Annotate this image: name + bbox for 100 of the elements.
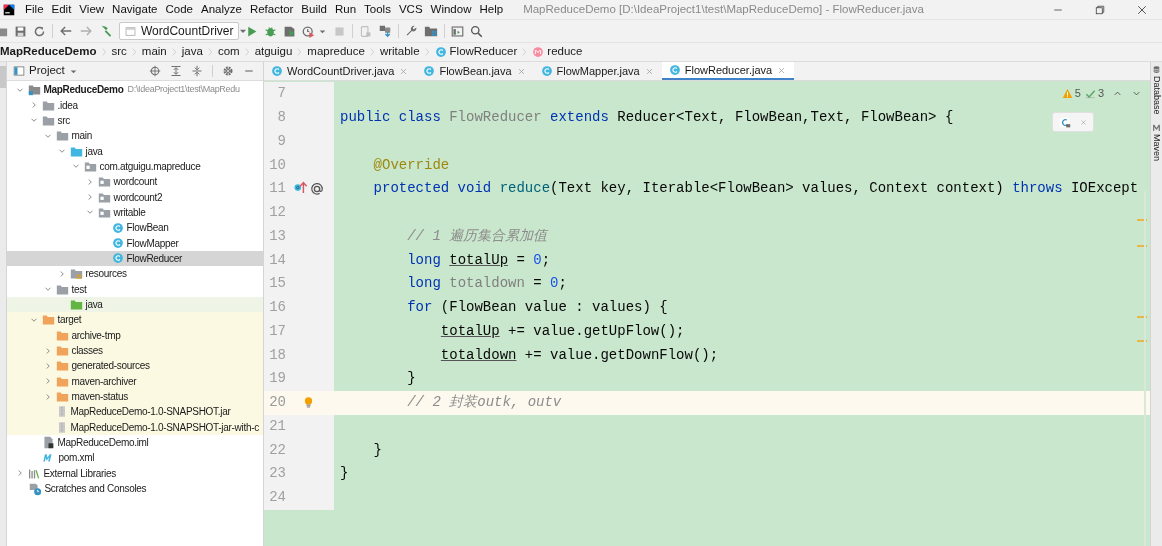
- terminal-icon[interactable]: [451, 24, 464, 38]
- warnings-counter[interactable]: 5: [1061, 85, 1081, 102]
- breadcrumb-item[interactable]: mapreduce: [305, 43, 367, 61]
- tree-item[interactable]: wordcount2: [7, 189, 263, 205]
- weak-warnings-counter[interactable]: 3: [1084, 85, 1104, 102]
- tree-item[interactable]: FlowBean: [7, 220, 263, 236]
- tree-item[interactable]: FlowReducer: [7, 250, 263, 267]
- expand-all-icon[interactable]: [170, 65, 182, 77]
- class-icon: [112, 252, 124, 265]
- editor-tab[interactable]: WordCountDriver.java: [264, 62, 417, 80]
- back-icon[interactable]: [59, 24, 73, 38]
- tree-item[interactable]: wordcount: [7, 174, 263, 190]
- breadcrumb-item[interactable]: main: [139, 43, 169, 61]
- line-number: 11: [268, 179, 286, 199]
- line-number: 13: [268, 226, 286, 246]
- menu-item[interactable]: Window: [426, 0, 476, 19]
- menu-item[interactable]: Refactor: [245, 0, 298, 19]
- code-line: }: [340, 464, 349, 484]
- menu-item[interactable]: Navigate: [108, 0, 162, 19]
- search-icon[interactable]: [470, 24, 483, 38]
- class-icon: [271, 65, 283, 77]
- line-number: 18: [268, 345, 286, 365]
- menu-item[interactable]: Analyze: [196, 0, 246, 19]
- tree-item[interactable]: main: [7, 128, 263, 144]
- line-number: 17: [268, 321, 286, 341]
- tree-item[interactable]: resources: [7, 266, 263, 282]
- source-folder-icon: [70, 144, 83, 158]
- editor-tab[interactable]: FlowBean.java: [416, 62, 534, 80]
- debug-icon[interactable]: [264, 24, 277, 38]
- class-icon: [540, 65, 553, 77]
- tree-item[interactable]: writable: [7, 204, 263, 221]
- breadcrumb-item[interactable]: FlowReducer: [432, 43, 520, 61]
- wrench-icon[interactable]: [405, 24, 418, 38]
- resources-folder-icon: [70, 267, 83, 281]
- profiler-icon[interactable]: [302, 24, 315, 38]
- libraries-icon: [28, 466, 41, 480]
- class-icon: [434, 46, 447, 58]
- tree-item[interactable]: java: [7, 143, 263, 159]
- menu-item[interactable]: Help: [475, 0, 508, 19]
- tree-item[interactable]: MapReduceDemo.iml: [7, 434, 263, 451]
- tree-item[interactable]: FlowMapper: [7, 235, 263, 251]
- editor-tab[interactable]: FlowMapper.java: [533, 62, 662, 80]
- sync-icon[interactable]: [33, 24, 46, 38]
- tree-item[interactable]: External Libraries: [7, 465, 263, 481]
- editor-tab[interactable]: FlowReducer.java: [661, 62, 795, 80]
- menu-item[interactable]: Code: [161, 0, 197, 19]
- code-line: protected void reduce(Text key, Iterable<FlowBean> values, Context context) throws IOExcept: [372, 179, 1139, 199]
- stop-icon[interactable]: [333, 24, 346, 38]
- menu-item[interactable]: File: [21, 0, 48, 19]
- forward-icon[interactable]: [79, 24, 93, 38]
- menu-item[interactable]: Build: [297, 0, 331, 19]
- tree-item[interactable]: java: [7, 296, 263, 313]
- tree-item[interactable]: MapReduceDemo-1.0-SNAPSHOT.jar: [7, 404, 263, 420]
- coverage-icon[interactable]: [283, 24, 296, 38]
- line-number: 7: [276, 84, 286, 104]
- code-line: totalUp += value.getUpFlow();: [439, 321, 685, 341]
- breadcrumb-item[interactable]: src: [109, 43, 129, 61]
- code-line: totaldown += value.getDownFlow();: [439, 345, 719, 365]
- run-icon[interactable]: [245, 24, 258, 38]
- code-line: }: [372, 440, 382, 460]
- bulb-icon[interactable]: [302, 396, 315, 410]
- tree-item[interactable]: Scratches and Consoles: [7, 480, 263, 497]
- breadcrumb-item[interactable]: java: [179, 43, 205, 61]
- hammer-icon[interactable]: [99, 24, 113, 38]
- cubes-icon[interactable]: [378, 24, 392, 38]
- breadcrumb-item[interactable]: writable: [377, 43, 422, 61]
- line-number: 14: [268, 250, 286, 270]
- menu-item[interactable]: VCS: [394, 0, 427, 19]
- module-folder-icon: [28, 83, 41, 97]
- tree-item[interactable]: target: [7, 312, 263, 328]
- save-icon[interactable]: [14, 24, 27, 38]
- menu-item[interactable]: Tools: [360, 0, 395, 19]
- tree-item[interactable]: test: [7, 281, 263, 297]
- side-tool-button[interactable]: Database: [1152, 65, 1161, 115]
- breadcrumb-item[interactable]: reduce: [530, 43, 585, 61]
- side-tool-button[interactable]: Maven: [1152, 122, 1161, 161]
- tree-item[interactable]: generated-sources: [7, 358, 263, 374]
- tree-item[interactable]: MapReduceDemo D:\IdeaProject1\test\MapRedu: [7, 82, 263, 98]
- annotation-icon[interactable]: [310, 181, 324, 196]
- maven-reload-icon[interactable]: [1058, 115, 1071, 129]
- menu-item[interactable]: View: [75, 0, 109, 19]
- tree-item[interactable]: pom.xml: [7, 450, 263, 466]
- breadcrumb-item[interactable]: atguigu: [252, 43, 295, 61]
- settings-icon[interactable]: [222, 65, 234, 77]
- tree-item[interactable]: com.atguigu.mapreduce: [7, 158, 263, 175]
- line-number: 22: [268, 440, 286, 460]
- menu-item[interactable]: Run: [330, 0, 361, 19]
- locate-icon[interactable]: [149, 65, 161, 77]
- menu-item[interactable]: Edit: [47, 0, 76, 19]
- tree-item[interactable]: .idea: [7, 97, 263, 113]
- breadcrumb-item[interactable]: MapReduceDemo: [0, 43, 99, 61]
- breadcrumb-item[interactable]: com: [215, 43, 242, 61]
- device-icon[interactable]: [359, 24, 372, 38]
- tree-item[interactable]: src: [7, 112, 263, 129]
- class-icon: [668, 64, 681, 76]
- close-icon[interactable]: [1136, 3, 1148, 16]
- restore-icon[interactable]: [1094, 3, 1106, 16]
- code-line: @Override: [372, 155, 450, 175]
- collapse-all-icon[interactable]: [191, 65, 203, 77]
- project-structure-icon[interactable]: [424, 24, 438, 38]
